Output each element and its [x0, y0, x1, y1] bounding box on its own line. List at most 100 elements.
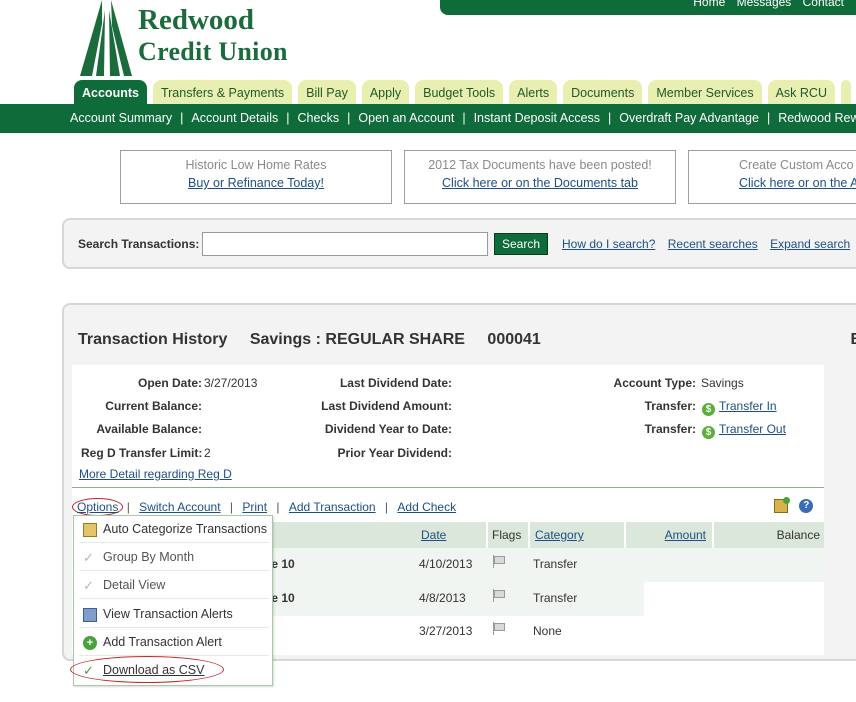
flag-icon — [492, 622, 505, 635]
tab-budget-tools[interactable]: Budget Tools — [415, 80, 504, 104]
column-amount[interactable]: Amount — [626, 522, 714, 548]
row-1-date: 4/10/2013 — [419, 557, 473, 571]
tab-accounts[interactable]: Accounts — [74, 80, 147, 104]
history-header: Transaction History Savings : REGULAR SH… — [78, 331, 541, 349]
brand-logo[interactable]: Redwood Credit Union — [80, 0, 290, 78]
open-date-value: 3/27/2013 — [204, 376, 258, 390]
dollar-icon: $ — [702, 403, 715, 416]
tab-bill-pay[interactable]: Bill Pay — [298, 80, 356, 104]
tab-apply[interactable]: Apply — [361, 80, 410, 104]
available-balance-label: Available Balance: — [96, 422, 202, 436]
search-help-links: How do I search? Recent searches Expand … — [562, 237, 856, 251]
tab-alerts[interactable]: Alerts — [509, 80, 558, 104]
promo-title: Historic Low Home Rates — [185, 158, 327, 172]
check-icon: ✓ — [83, 578, 94, 593]
subnav-account-details[interactable]: Account Details — [191, 111, 278, 125]
column-category[interactable]: Category — [530, 522, 626, 548]
subnav-separator: | — [766, 111, 771, 125]
history-toolbar: Options | Switch Account | Print | Add T… — [72, 498, 462, 516]
recent-searches-link[interactable]: Recent searches — [668, 237, 758, 251]
row-2-category[interactable]: Transfer — [533, 591, 577, 605]
last-dividend-amount-label: Last Dividend Amount: — [321, 399, 452, 413]
row-1-flag[interactable] — [492, 555, 505, 570]
print-link[interactable]: Print — [242, 500, 267, 514]
menu-item-label: View Transaction Alerts — [103, 607, 233, 621]
menu-item-label: Add Transaction Alert — [103, 635, 222, 649]
account-name: Savings : REGULAR SHARE — [249, 331, 465, 348]
tab-member-services[interactable]: Member Services — [648, 80, 762, 104]
menu-add-alert[interactable]: + Add Transaction Alert — [79, 629, 269, 656]
subnav-overdraft[interactable]: Overdraft Pay Advantage — [619, 111, 759, 125]
subnav-open-account[interactable]: Open an Account — [358, 111, 454, 125]
toolbar-separator: | — [126, 500, 130, 514]
search-panel: Search Transactions: Search How do I sea… — [62, 218, 856, 269]
help-icon[interactable]: ? — [799, 498, 814, 513]
promo-link[interactable]: Click here or on the A — [739, 176, 856, 190]
subnav-separator: | — [347, 111, 351, 125]
row-2-date: 4/8/2013 — [419, 591, 466, 605]
expand-search-link[interactable]: Expand search — [770, 237, 850, 251]
row-3-date: 3/27/2013 — [419, 624, 473, 638]
subnav-redwood-rewards[interactable]: Redwood Rewa — [778, 111, 856, 125]
options-link[interactable]: Options — [77, 500, 118, 514]
subnav-account-summary[interactable]: Account Summary — [70, 111, 172, 125]
transfer-out[interactable]: $ Transfer Out — [702, 422, 786, 439]
account-type-value: Savings — [701, 376, 744, 390]
transfer-in[interactable]: $ Transfer In — [702, 399, 777, 416]
top-link-home[interactable]: Home — [693, 0, 725, 9]
menu-item-label: Group By Month — [103, 550, 195, 564]
row-2-flag[interactable] — [492, 589, 505, 604]
prior-year-dividend-label: Prior Year Dividend: — [337, 446, 453, 460]
search-button[interactable]: Search — [494, 233, 548, 255]
regd-limit-label: Reg D Transfer Limit: — [81, 446, 203, 460]
how-to-search-link[interactable]: How do I search? — [562, 237, 655, 251]
menu-group-by-month[interactable]: ✓ Group By Month — [79, 544, 269, 571]
subnav-separator: | — [180, 111, 184, 125]
row-3-flag[interactable] — [492, 622, 505, 637]
subnav-checks[interactable]: Checks — [297, 111, 339, 125]
tab-transfers-payments[interactable]: Transfers & Payments — [152, 80, 293, 104]
regd-detail-link[interactable]: More Detail regarding Reg D — [79, 467, 232, 481]
dividend-ytd-label: Dividend Year to Date: — [324, 422, 452, 436]
subnav-separator: | — [608, 111, 612, 125]
subnav-instant-deposit[interactable]: Instant Deposit Access — [474, 111, 600, 125]
promo-link[interactable]: Buy or Refinance Today! — [121, 176, 391, 190]
account-type-label: Account Type: — [613, 376, 696, 390]
categorize-icon — [83, 523, 97, 537]
menu-view-alerts[interactable]: View Transaction Alerts — [79, 601, 269, 628]
promo-link[interactable]: Click here or on the Documents tab — [405, 176, 675, 190]
tab-ask-rcu[interactable]: Ask RCU — [767, 80, 835, 104]
row-3-category[interactable]: None — [533, 624, 562, 638]
search-label: Search Transactions: — [78, 237, 200, 251]
transfer-out-link[interactable]: Transfer Out — [719, 422, 786, 436]
menu-auto-categorize[interactable]: Auto Categorize Transactions — [79, 516, 269, 543]
brand-name: Redwood Credit Union — [138, 4, 288, 67]
toolbar-icons: ? — [774, 496, 814, 513]
export-icon[interactable] — [774, 496, 790, 513]
column-flags: Flags — [488, 522, 530, 548]
search-input[interactable] — [202, 232, 488, 256]
current-balance-label: Current Balance: — [105, 399, 202, 413]
top-link-contact[interactable]: Contact — [803, 0, 844, 9]
transfer-out-label: Transfer: — [644, 422, 696, 436]
toolbar-separator: | — [276, 500, 280, 514]
row-1-category[interactable]: Transfer — [533, 557, 577, 571]
menu-detail-view[interactable]: ✓ Detail View — [79, 572, 269, 599]
promo-custom-accounts: Create Custom Acco Click here or on the … — [688, 150, 856, 204]
add-transaction-link[interactable]: Add Transaction — [289, 500, 376, 514]
top-link-messages[interactable]: Messages — [737, 0, 792, 9]
brand-line-1: Redwood — [138, 4, 255, 36]
transfer-in-link[interactable]: Transfer In — [719, 399, 777, 413]
column-date[interactable]: Date — [418, 522, 488, 548]
subnav-separator: | — [286, 111, 290, 125]
check-icon: ✓ — [83, 550, 94, 565]
promo-title: 2012 Tax Documents have been posted! — [428, 158, 652, 172]
transfer-in-label: Transfer: — [644, 399, 696, 413]
account-number: 000041 — [487, 331, 541, 348]
plus-icon: + — [83, 636, 97, 650]
tab-documents[interactable]: Documents — [563, 80, 643, 104]
switch-account-link[interactable]: Switch Account — [139, 500, 220, 514]
add-check-link[interactable]: Add Check — [397, 500, 456, 514]
tab-overflow[interactable] — [841, 80, 851, 104]
alert-list-icon — [83, 608, 97, 622]
